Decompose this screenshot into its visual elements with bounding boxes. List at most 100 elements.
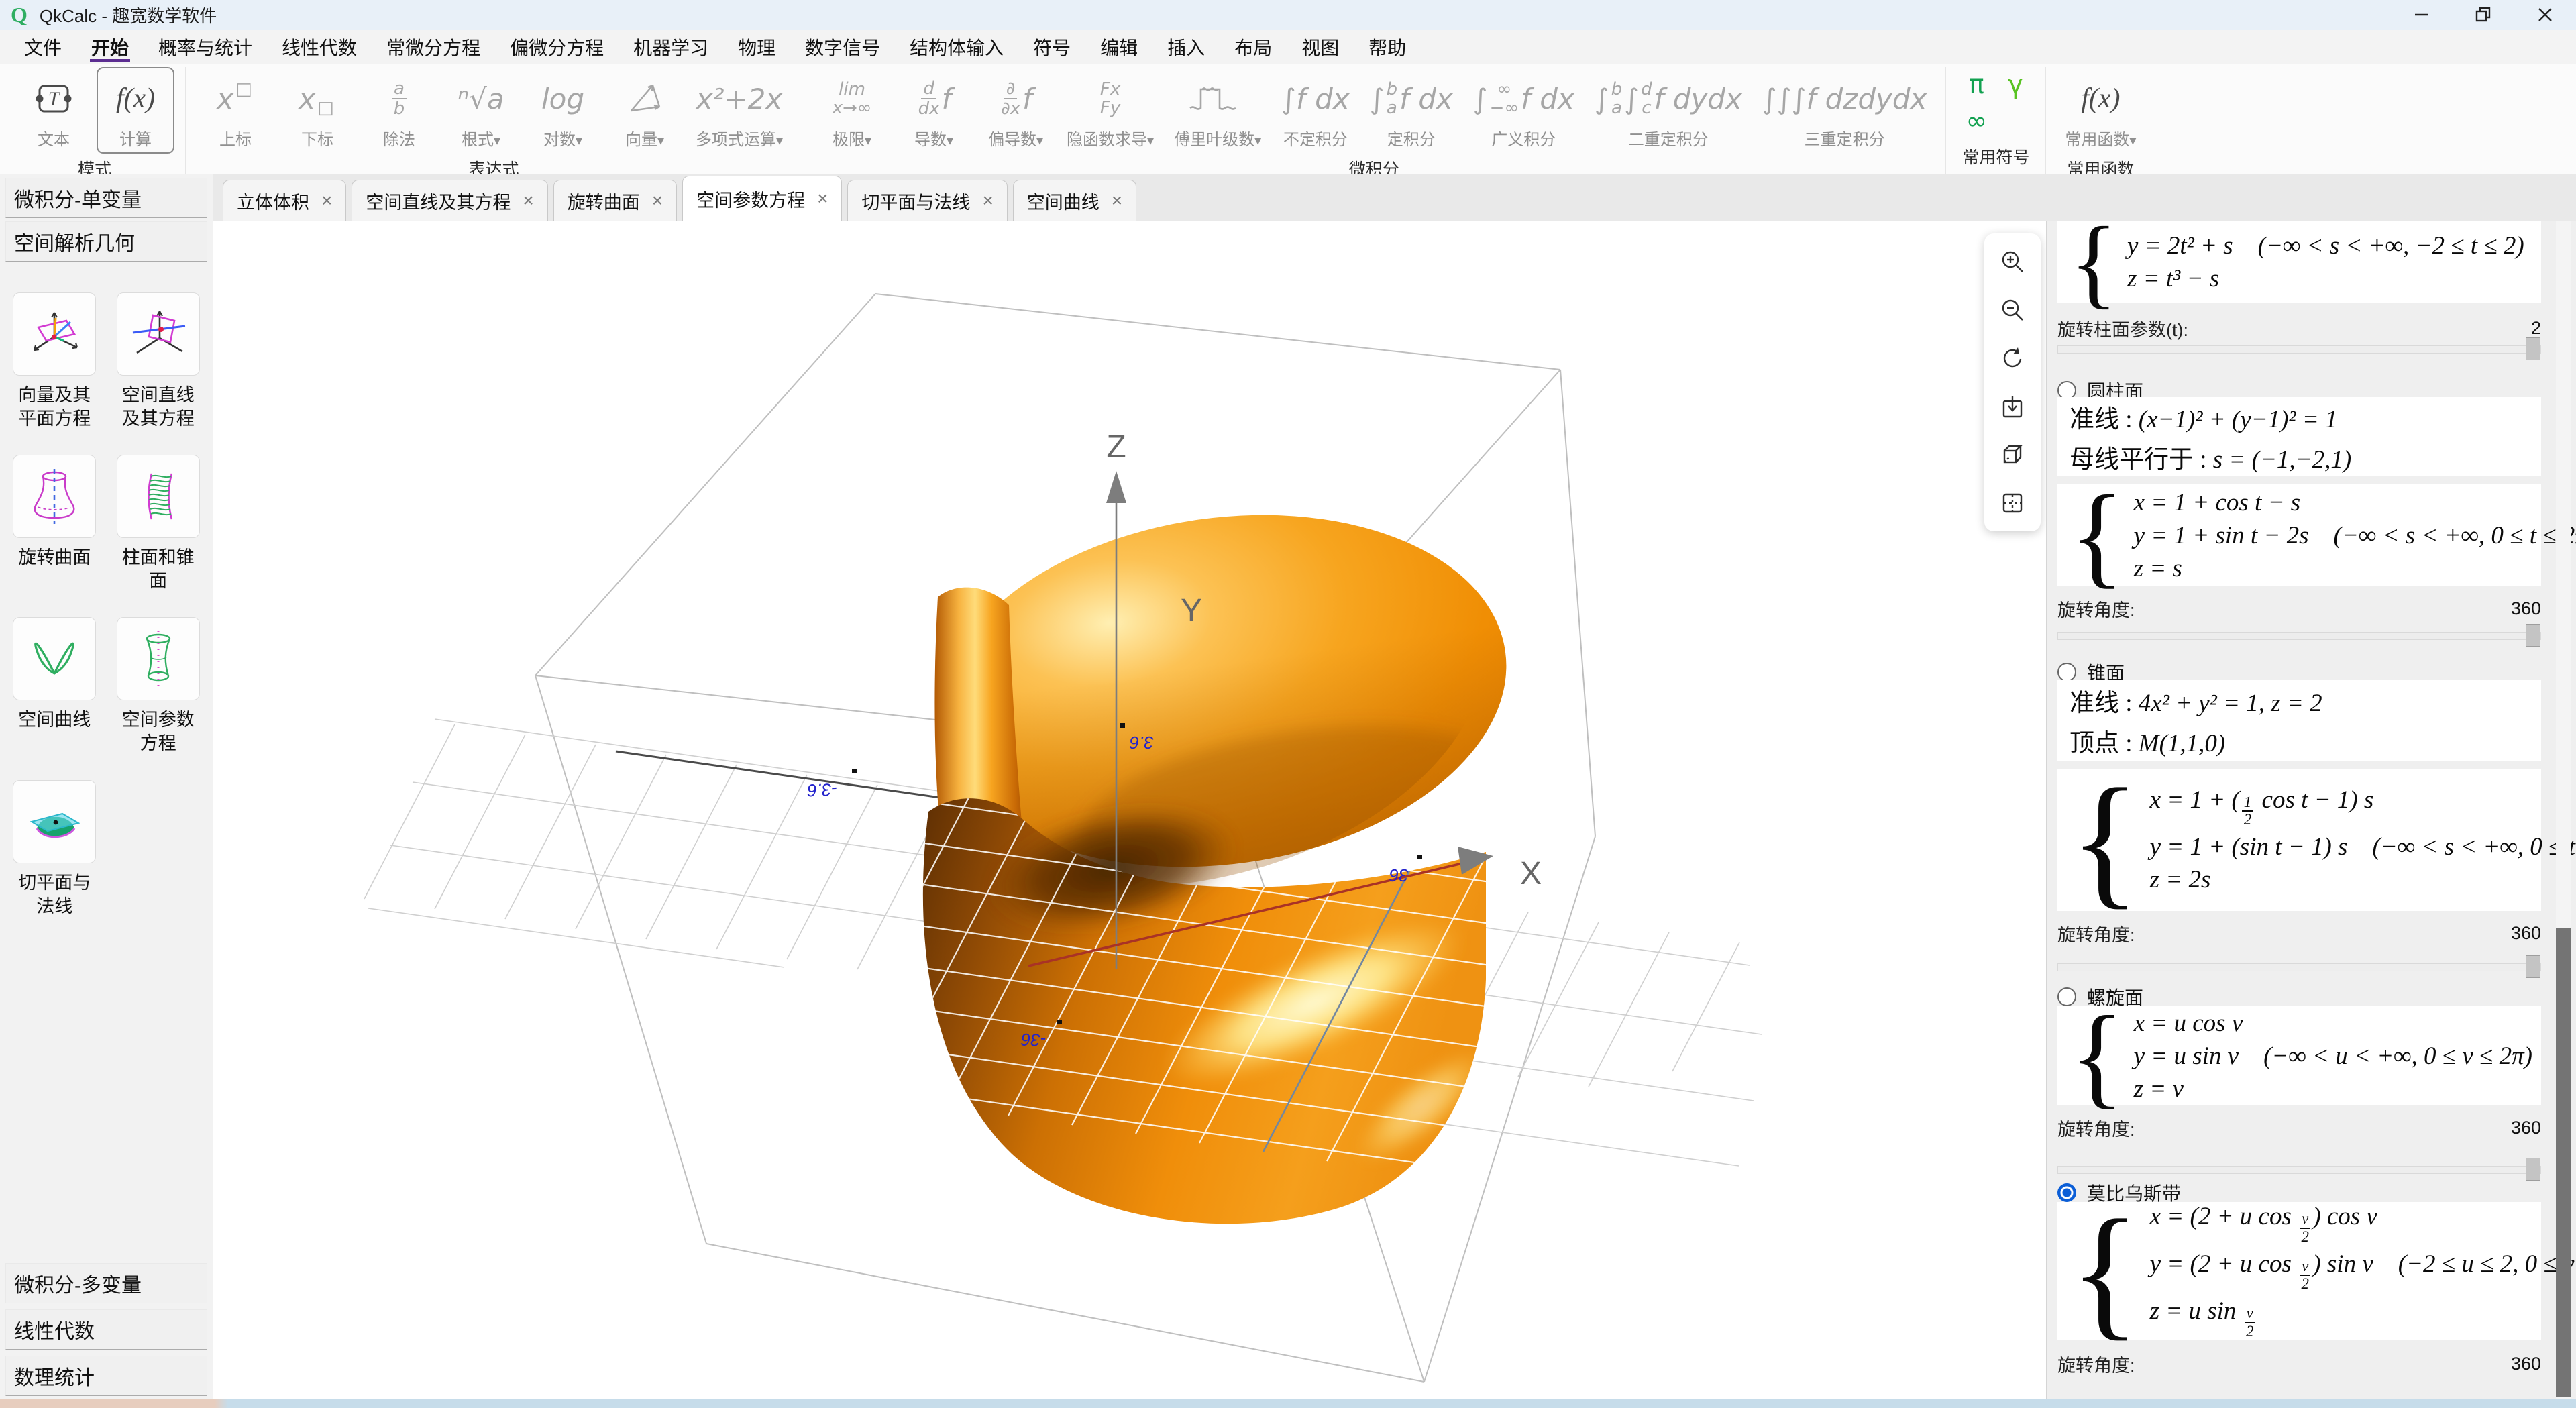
zoom-in-button[interactable] xyxy=(1998,247,2027,276)
sidebar-section-statistics[interactable]: 数理统计 xyxy=(5,1356,207,1396)
tab-close-icon[interactable]: × xyxy=(1112,190,1122,211)
tab-close-icon[interactable]: × xyxy=(652,190,663,211)
tab-space-line[interactable]: 空间直线及其方程× xyxy=(352,180,547,221)
pi-symbol-button[interactable]: π xyxy=(1957,67,1996,102)
y-axis-label: Y xyxy=(1181,593,1202,629)
panel-scrollbar[interactable] xyxy=(2556,221,2571,1399)
helicoid-parametric-card: { x = u cos ν y = u sin ν (−∞ < u < +∞, … xyxy=(2057,1006,2541,1105)
gamma-symbol-button[interactable]: γ xyxy=(1996,67,2035,102)
reset-rotation-button[interactable] xyxy=(1998,343,2027,373)
infinity-symbol-button[interactable]: ∞ xyxy=(1957,103,1996,138)
export-image-button[interactable] xyxy=(1998,392,2027,421)
indefinite-integral-button[interactable]: ∫f dx 不定积分 xyxy=(1273,67,1358,154)
subscript-button[interactable]: x □ 下标 xyxy=(278,67,356,154)
sidebar-section-space-geometry[interactable]: 空间解析几何 xyxy=(5,221,207,262)
mobius-surface xyxy=(817,480,1548,1224)
sidebar-item-tangent-plane[interactable]: 切平面与法线 xyxy=(3,780,107,918)
viewport-toolbar xyxy=(1984,233,2041,531)
sidebar-section-linear-algebra[interactable]: 线性代数 xyxy=(5,1309,207,1350)
sidebar-item-surface-revolution[interactable]: 旋转曲面 xyxy=(3,455,107,593)
implicit-derivative-button[interactable]: FxFy 隐函数求导▾ xyxy=(1059,67,1162,154)
tab-close-icon[interactable]: × xyxy=(817,188,828,209)
radio-dot[interactable] xyxy=(2057,663,2076,682)
sidebar-item-vector-plane[interactable]: 向量及其平面方程 xyxy=(3,292,107,431)
rotation-cylinder-equation-card: { y = 2t² + s (−∞ < s < +∞, −2 ≤ t ≤ 2) … xyxy=(2057,221,2541,303)
calc-mode-button[interactable]: f(x) 计算 xyxy=(97,67,174,154)
x-axis-label: X xyxy=(1520,856,1542,891)
cone-angle-slider[interactable] xyxy=(2057,963,2541,971)
tab-space-curve[interactable]: 空间曲线× xyxy=(1013,180,1136,221)
tab-close-icon[interactable]: × xyxy=(982,190,993,211)
menu-dsp[interactable]: 数字信号 xyxy=(790,30,895,64)
double-integral-button[interactable]: ∫ba∫dcf dydx 二重定积分 xyxy=(1587,67,1750,154)
improper-integral-button[interactable]: ∫∞−∞f dx 广义积分 xyxy=(1465,67,1582,154)
menu-file[interactable]: 文件 xyxy=(9,30,76,64)
menu-linear-algebra[interactable]: 线性代数 xyxy=(267,30,372,64)
menu-help[interactable]: 帮助 xyxy=(1354,30,1421,64)
logarithm-button[interactable]: log 对数▾ xyxy=(524,67,602,154)
tab-tangent-plane[interactable]: 切平面与法线× xyxy=(847,180,1007,221)
menu-ode[interactable]: 常微分方程 xyxy=(372,30,495,64)
cylinder-parametric-card: { x = 1 + cos t − s y = 1 + sin t − 2s (… xyxy=(2057,484,2541,586)
menu-symbols[interactable]: 符号 xyxy=(1018,30,1085,64)
tab-close-icon[interactable]: × xyxy=(321,190,332,211)
sidebar-section-calculus-single[interactable]: 微积分-单变量 xyxy=(5,178,207,218)
text-mode-button[interactable]: T 文本 xyxy=(15,67,93,154)
cylinder-param-slider[interactable] xyxy=(2057,345,2541,354)
dropdown-arrow-icon: ▾ xyxy=(947,133,953,148)
partial-derivative-button[interactable]: ∂∂xf 偏导数▾ xyxy=(977,67,1055,154)
app-logo-icon: Q xyxy=(11,3,28,28)
slider-thumb[interactable] xyxy=(2526,1158,2540,1181)
polynomial-button[interactable]: x²+2x 多项式运算▾ xyxy=(688,67,791,154)
definite-integral-button[interactable]: ∫baf dx 定积分 xyxy=(1362,67,1461,154)
sidebar-section-calculus-multi[interactable]: 微积分-多变量 xyxy=(5,1263,207,1303)
cylinder-param-row: 旋转柱面参数(t): 2 xyxy=(2057,315,2541,341)
superscript-button[interactable]: x□ 上标 xyxy=(197,67,274,154)
menu-insert[interactable]: 插入 xyxy=(1152,30,1220,64)
triple-integral-button[interactable]: ∫∫∫f dzdydx 三重定积分 xyxy=(1754,67,1935,154)
menu-home[interactable]: 开始 xyxy=(76,30,144,64)
sidebar-item-cylinder-cone[interactable]: 柱面和锥面 xyxy=(107,455,211,593)
menu-view[interactable]: 视图 xyxy=(1287,30,1354,64)
fourier-series-button[interactable]: 傅里叶级数▾ xyxy=(1166,67,1269,154)
cube-view-button[interactable] xyxy=(1998,440,2027,470)
slider-thumb[interactable] xyxy=(2526,955,2540,978)
close-button[interactable] xyxy=(2514,0,2576,30)
space-curve-icon xyxy=(13,617,96,700)
vector-button[interactable]: 向量▾ xyxy=(606,67,684,154)
slider-thumb[interactable] xyxy=(2526,624,2540,647)
menu-physics[interactable]: 物理 xyxy=(723,30,790,64)
menu-ml[interactable]: 机器学习 xyxy=(619,30,723,64)
menu-edit[interactable]: 编辑 xyxy=(1085,30,1152,64)
division-button[interactable]: ab 除法 xyxy=(360,67,438,154)
sidebar-item-space-curve[interactable]: 空间曲线 xyxy=(3,617,107,755)
cone-definition-card: 准线 : 4x² + y² = 1, z = 2 顶点 : M(1,1,0) xyxy=(2057,680,2541,761)
sidebar-item-space-line[interactable]: 空间直线及其方程 xyxy=(107,292,211,431)
cylinder-angle-slider[interactable] xyxy=(2057,632,2541,640)
title-bar: Q QkCalc - 趣宽数学软件 xyxy=(0,0,2576,30)
minimize-button[interactable] xyxy=(2391,0,2453,30)
restore-button[interactable] xyxy=(2453,0,2514,30)
menu-layout[interactable]: 布局 xyxy=(1220,30,1287,64)
slider-thumb[interactable] xyxy=(2526,337,2540,360)
surface-revolution-icon xyxy=(13,455,96,538)
zoom-out-button[interactable] xyxy=(1998,295,2027,325)
limit-button[interactable]: limx→∞ 极限▾ xyxy=(813,67,891,154)
viewport-3d[interactable]: Z Y X -3.6 36 -36 3.6 xyxy=(213,221,2046,1399)
grid-toggle-button[interactable] xyxy=(1998,488,2027,518)
menu-struct-input[interactable]: 结构体输入 xyxy=(895,30,1018,64)
helicoid-angle-slider[interactable] xyxy=(2057,1166,2541,1174)
tab-parametric-equations[interactable]: 空间参数方程× xyxy=(682,176,842,221)
parametric-equations-icon xyxy=(117,617,200,700)
tab-surface-revolution[interactable]: 旋转曲面× xyxy=(553,180,677,221)
z-axis-label: Z xyxy=(1106,429,1126,465)
menu-probability[interactable]: 概率与统计 xyxy=(144,30,267,64)
menu-pde[interactable]: 偏微分方程 xyxy=(495,30,619,64)
tab-solid-volume[interactable]: 立体体积× xyxy=(223,180,346,221)
sidebar-item-parametric-equations[interactable]: 空间参数方程 xyxy=(107,617,211,755)
panel-scrollbar-thumb[interactable] xyxy=(2556,928,2571,1397)
derivative-button[interactable]: ddxf 导数▾ xyxy=(895,67,973,154)
common-functions-button[interactable]: f(x) 常用函数▾ xyxy=(2057,67,2144,154)
tab-close-icon[interactable]: × xyxy=(523,190,533,211)
radical-button[interactable]: ⁿ√a 根式▾ xyxy=(442,67,520,154)
